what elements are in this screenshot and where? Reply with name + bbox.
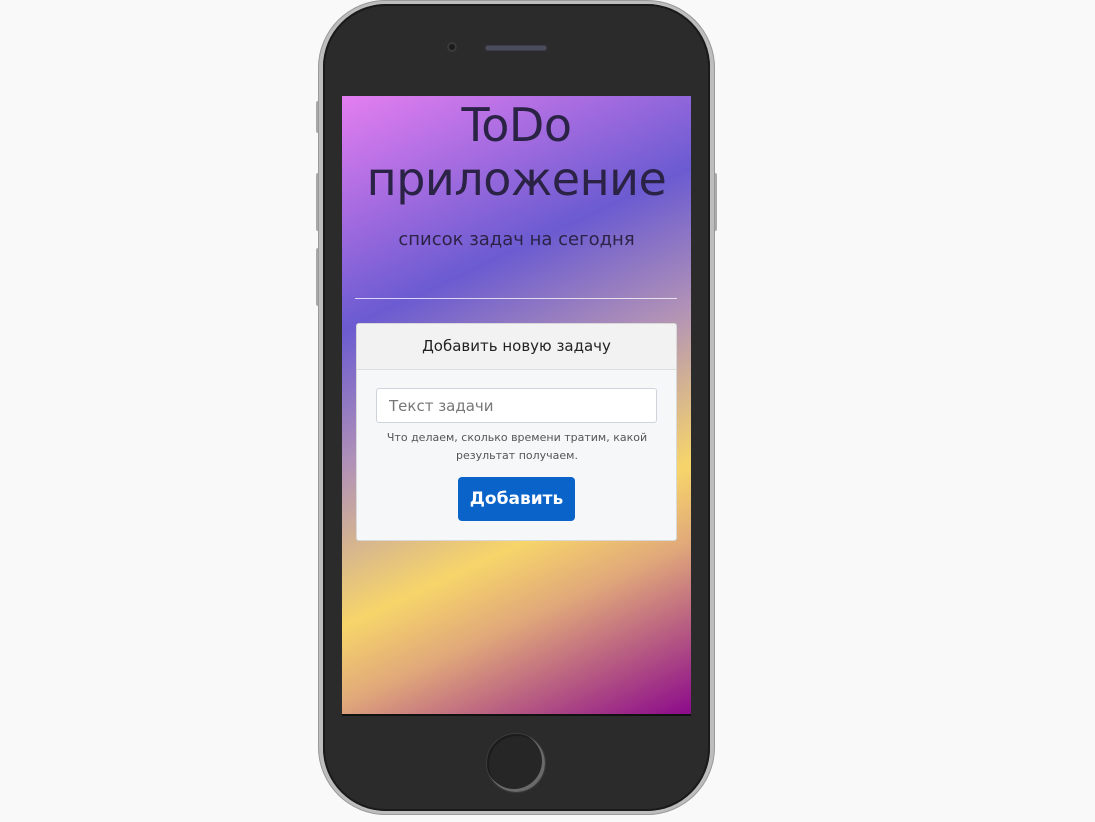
speaker-grille [485,45,547,51]
app-title: ToDo приложение [366,98,667,206]
page: ToDo приложение список задач на сегодня … [0,0,1095,822]
home-button[interactable] [486,733,546,793]
add-task-button[interactable]: Добавить [458,477,575,521]
app-subtitle: список задач на сегодня [398,229,635,250]
task-text-input[interactable] [376,388,657,423]
header-divider [355,298,677,299]
add-task-card-header: Добавить новую задачу [357,324,676,370]
add-task-card: Добавить новую задачу Что делаем, скольк… [356,323,677,541]
task-help-text: Что делаем, сколько времени тратим, како… [386,431,648,462]
front-camera-icon [447,42,457,52]
phone-screen: ToDo приложение список задач на сегодня … [342,96,691,716]
